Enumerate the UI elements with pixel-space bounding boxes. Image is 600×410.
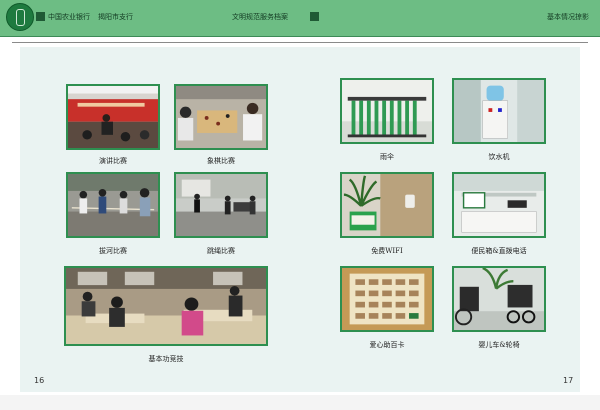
photo-charity-card: [340, 266, 434, 332]
photo-water-dispenser: [452, 78, 546, 144]
caption-free-wifi: 免费WIFI: [371, 247, 403, 255]
branch-name: 揭阳市支行: [98, 13, 133, 21]
photo-tug-of-war: [66, 172, 160, 238]
photo-umbrellas: [340, 78, 434, 144]
header-square-icon: [310, 12, 319, 21]
section-title: 基本情况掠影: [547, 13, 589, 21]
right-page-number: 17: [563, 376, 574, 385]
caption-rope-skipping: 跳绳比赛: [207, 247, 235, 255]
document-header: 中国农业银行 揭阳市支行 文明规范服务档案 基本情况掠影: [0, 0, 600, 37]
caption-convenience-box-and-phone: 便民箱&直拨电话: [471, 247, 527, 255]
photo-speech-contest: [66, 84, 160, 150]
photo-rope-skipping: [174, 172, 268, 238]
caption-tug-of-war: 拔河比赛: [99, 247, 127, 255]
photo-stroller-and-wheelchair: [452, 266, 546, 332]
caption-speech-contest: 演讲比赛: [99, 157, 127, 165]
page-footer-strip: [0, 395, 600, 410]
photo-chess-contest: [174, 84, 268, 150]
bank-name: 中国农业银行: [48, 13, 90, 21]
photo-free-wifi: [340, 172, 434, 238]
header-divider: [12, 42, 588, 43]
photo-basic-skills-competition: [64, 266, 268, 346]
caption-stroller-and-wheelchair: 婴儿车&轮椅: [478, 341, 520, 349]
caption-charity-card: 爱心助百卡: [369, 341, 405, 349]
caption-chess-contest: 象棋比赛: [207, 157, 235, 165]
caption-basic-skills-competition: 基本功竞技: [148, 355, 184, 363]
bank-logo-icon: [6, 3, 34, 31]
left-page-number: 16: [34, 376, 45, 385]
center-title: 文明规范服务档案: [232, 13, 288, 21]
header-square-icon: [36, 12, 45, 21]
photo-convenience-box-and-phone: [452, 172, 546, 238]
caption-umbrellas: 雨伞: [380, 153, 394, 161]
caption-water-dispenser: 饮水机: [488, 153, 510, 161]
